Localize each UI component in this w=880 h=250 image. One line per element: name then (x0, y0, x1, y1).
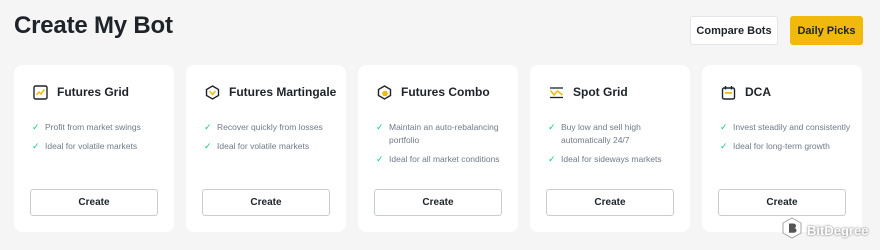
feature-text: Ideal for volatile markets (217, 141, 310, 151)
card-title: Futures Combo (401, 85, 490, 99)
check-icon: ✓ (548, 154, 556, 164)
create-dca-button[interactable]: Create (718, 189, 846, 216)
feature-text: Ideal for sideways markets (561, 154, 662, 164)
feature-item: ✓ Recover quickly from losses (204, 121, 336, 134)
card-title: Spot Grid (573, 85, 628, 99)
create-futures-martingale-button[interactable]: Create (202, 189, 330, 216)
feature-list: ✓ Invest steadily and consistently ✓ Ideal… (720, 121, 852, 159)
card-title: Futures Grid (57, 85, 130, 99)
feature-text: Recover quickly from losses (217, 122, 323, 132)
feature-text: Maintain an auto-rebalancing portfolio (389, 122, 499, 145)
feature-list: ✓ Buy low and sell high automatically 24/… (548, 121, 680, 172)
watermark-text: BitDegree (807, 223, 869, 238)
spot-grid-icon (548, 84, 564, 100)
futures-grid-icon (32, 84, 48, 100)
feature-item: ✓ Invest steadily and consistently (720, 121, 852, 134)
compare-bots-button[interactable]: Compare Bots (690, 16, 778, 45)
feature-item: ✓ Profit from market swings (32, 121, 164, 134)
bot-card-spot-grid: Spot Grid ✓ Buy low and sell high automat… (530, 65, 690, 232)
feature-item: ✓ Ideal for all market conditions (376, 153, 508, 166)
feature-list: ✓ Recover quickly from losses ✓ Ideal for … (204, 121, 336, 159)
card-title: DCA (745, 85, 771, 99)
futures-martingale-icon (204, 84, 220, 100)
check-icon: ✓ (32, 141, 40, 151)
check-icon: ✓ (376, 122, 384, 132)
feature-text: Ideal for volatile markets (45, 141, 138, 151)
bot-card-futures-martingale: Futures Martingale ✓ Recover quickly from… (186, 65, 346, 232)
feature-item: ✓ Ideal for volatile markets (32, 140, 164, 153)
check-icon: ✓ (548, 122, 556, 132)
feature-text: Ideal for long-term growth (733, 141, 830, 151)
feature-text: Buy low and sell high automatically 24/7 (561, 122, 641, 145)
feature-list: ✓ Maintain an auto-rebalancing portfolio … (376, 121, 508, 172)
futures-combo-icon (376, 84, 392, 100)
page-title: Create My Bot (14, 12, 173, 39)
feature-text: Ideal for all market conditions (389, 154, 500, 164)
feature-item: ✓ Buy low and sell high automatically 24/… (548, 121, 680, 147)
card-title: Futures Martingale (229, 85, 337, 99)
calendar-icon (720, 84, 736, 100)
feature-item: ✓ Ideal for volatile markets (204, 140, 336, 153)
create-futures-grid-button[interactable]: Create (30, 189, 158, 216)
bot-card-dca: DCA ✓ Invest steadily and consistently ✓ I… (702, 65, 862, 232)
check-icon: ✓ (720, 141, 728, 151)
feature-item: ✓ Ideal for sideways markets (548, 153, 680, 166)
check-icon: ✓ (376, 154, 384, 164)
check-icon: ✓ (204, 122, 212, 132)
feature-text: Invest steadily and consistently (733, 122, 851, 132)
feature-text: Profit from market swings (45, 122, 141, 132)
feature-item: ✓ Maintain an auto-rebalancing portfolio (376, 121, 508, 147)
check-icon: ✓ (204, 141, 212, 151)
check-icon: ✓ (32, 122, 40, 132)
bot-card-futures-combo: Futures Combo ✓ Maintain an auto-rebalanc… (358, 65, 518, 232)
feature-list: ✓ Profit from market swings ✓ Ideal for vo… (32, 121, 164, 159)
daily-picks-button[interactable]: Daily Picks (790, 16, 863, 45)
watermark: BitDegree (781, 217, 868, 244)
bitdegree-logo-icon (781, 217, 803, 244)
check-icon: ✓ (720, 122, 728, 132)
create-futures-combo-button[interactable]: Create (374, 189, 502, 216)
bot-card-futures-grid: Futures Grid ✓ Profit from market swings … (14, 65, 174, 232)
feature-item: ✓ Ideal for long-term growth (720, 140, 852, 153)
create-spot-grid-button[interactable]: Create (546, 189, 674, 216)
